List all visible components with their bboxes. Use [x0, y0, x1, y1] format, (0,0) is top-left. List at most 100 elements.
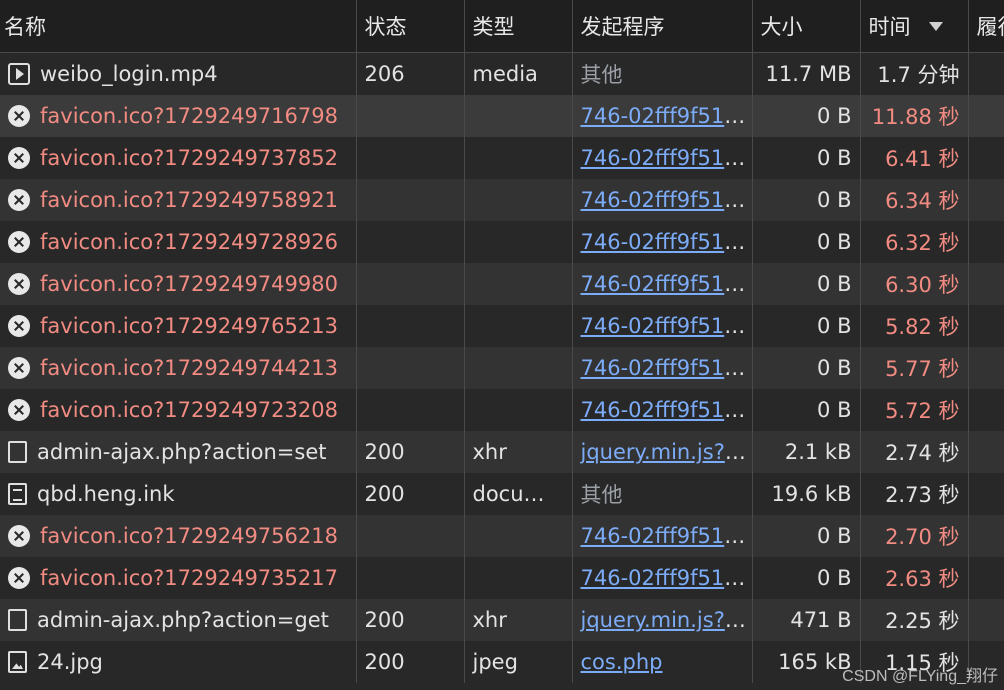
cell-name[interactable]: weibo_login.mp4 — [0, 52, 357, 95]
initiator-link[interactable]: 746-02fff9f517c0 — [581, 314, 752, 338]
cell-name[interactable]: favicon.ico?1729249749980 — [0, 263, 357, 305]
column-header-initiator[interactable]: 发起程序 — [572, 0, 753, 53]
document-icon — [8, 483, 27, 505]
cell-name[interactable]: favicon.ico?1729249765213 — [0, 305, 357, 347]
error-icon — [8, 231, 30, 253]
column-header-time[interactable]: 时间 — [860, 0, 969, 53]
cell-waterfall — [968, 473, 1004, 515]
cell-name[interactable]: admin-ajax.php?action=set — [0, 431, 357, 473]
cell-size: 0 B — [752, 137, 861, 179]
initiator-link[interactable]: 746-02fff9f517c0 — [581, 398, 752, 422]
cell-waterfall — [968, 263, 1004, 305]
cell-name[interactable]: favicon.ico?1729249756218 — [0, 515, 357, 557]
cell-initiator: 746-02fff9f517c0 — [572, 137, 753, 179]
cell-initiator: 746-02fff9f517c0 — [572, 179, 753, 221]
cell-size: 0 B — [752, 347, 861, 389]
cell-name[interactable]: favicon.ico?1729249723208 — [0, 389, 357, 431]
request-name: favicon.ico?1729249723208 — [40, 398, 338, 422]
table-row[interactable]: favicon.ico?1729249756218 746-02fff9f517c… — [0, 515, 1004, 557]
initiator-link[interactable]: 746-02fff9f517c0 — [581, 230, 752, 254]
table-row[interactable]: admin-ajax.php?action=get 200 xhr jquery.mi… — [0, 599, 1004, 641]
cell-type: xhr — [464, 431, 573, 473]
cell-name[interactable]: favicon.ico?1729249728926 — [0, 221, 357, 263]
table-row[interactable]: favicon.ico?1729249728926 746-02fff9f517c… — [0, 221, 1004, 263]
cell-name[interactable]: 24.jpg — [0, 641, 357, 683]
cell-status: 200 — [356, 473, 465, 515]
table-row[interactable]: favicon.ico?1729249723208 746-02fff9f517c… — [0, 389, 1004, 431]
cell-waterfall — [968, 305, 1004, 347]
cell-name[interactable]: favicon.ico?1729249737852 — [0, 137, 357, 179]
error-icon — [8, 189, 30, 211]
cell-size: 0 B — [752, 263, 861, 305]
cell-time: 6.32 秒 — [860, 221, 969, 263]
watermark: CSDN @FLYing_翔仔 — [842, 668, 998, 685]
column-header-name[interactable]: 名称 — [0, 0, 357, 53]
initiator-link[interactable]: 746-02fff9f517c0 — [581, 188, 752, 212]
cell-waterfall — [968, 431, 1004, 473]
cell-time: 2.25 秒 — [860, 599, 969, 641]
cell-size: 0 B — [752, 95, 861, 137]
column-header-waterfall[interactable]: 履行 — [968, 0, 1004, 53]
table-row[interactable]: favicon.ico?1729249765213 746-02fff9f517c… — [0, 305, 1004, 347]
cell-time: 5.77 秒 — [860, 347, 969, 389]
cell-time: 5.82 秒 — [860, 305, 969, 347]
cell-status: 206 — [356, 52, 465, 95]
cell-size: 11.7 MB — [752, 52, 861, 95]
initiator-link[interactable]: 746-02fff9f517c0 — [581, 272, 752, 296]
cell-size: 0 B — [752, 221, 861, 263]
initiator-link[interactable]: jquery.min.js?ver — [581, 608, 752, 632]
table-row[interactable]: weibo_login.mp4 206 media 其他 11.7 MB 1.7 分钟 — [0, 52, 1004, 95]
image-icon — [8, 651, 27, 673]
cell-status: 200 — [356, 599, 465, 641]
initiator-link[interactable]: 746-02fff9f517c0 — [581, 146, 752, 170]
cell-name[interactable]: qbd.heng.ink — [0, 473, 357, 515]
table-row[interactable]: favicon.ico?1729249737852 746-02fff9f517c… — [0, 137, 1004, 179]
sort-descending-icon[interactable] — [928, 22, 943, 31]
error-icon — [8, 357, 30, 379]
cell-time: 6.30 秒 — [860, 263, 969, 305]
cell-initiator: 其他 — [572, 52, 753, 95]
column-header-size[interactable]: 大小 — [752, 0, 861, 53]
cell-time: 11.88 秒 — [860, 95, 969, 137]
cell-type: docu… — [464, 473, 573, 515]
cell-name[interactable]: admin-ajax.php?action=get — [0, 599, 357, 641]
initiator-link[interactable]: 746-02fff9f517c0 — [581, 524, 752, 548]
cell-initiator: 746-02fff9f517c0 — [572, 263, 753, 305]
cell-name[interactable]: favicon.ico?1729249744213 — [0, 347, 357, 389]
table-row[interactable]: favicon.ico?1729249744213 746-02fff9f517c… — [0, 347, 1004, 389]
cell-status — [356, 347, 465, 389]
request-name: favicon.ico?1729249728926 — [40, 230, 338, 254]
table-row[interactable]: favicon.ico?1729249749980 746-02fff9f517c… — [0, 263, 1004, 305]
initiator-link[interactable]: cos.php — [581, 650, 663, 674]
table-row[interactable]: favicon.ico?1729249758921 746-02fff9f517c… — [0, 179, 1004, 221]
cell-initiator: 746-02fff9f517c0 — [572, 221, 753, 263]
column-header-type[interactable]: 类型 — [464, 0, 573, 53]
cell-name[interactable]: favicon.ico?1729249735217 — [0, 557, 357, 599]
column-header-status[interactable]: 状态 — [356, 0, 465, 53]
cell-time: 1.7 分钟 — [860, 52, 969, 95]
initiator-link[interactable]: 746-02fff9f517c0 — [581, 566, 752, 590]
request-name: admin-ajax.php?action=get — [37, 608, 329, 632]
request-name: favicon.ico?1729249765213 — [40, 314, 338, 338]
cell-initiator: 746-02fff9f517c0 — [572, 389, 753, 431]
cell-size: 2.1 kB — [752, 431, 861, 473]
cell-initiator: 746-02fff9f517c0 — [572, 557, 753, 599]
initiator-link[interactable]: 746-02fff9f517c0 — [581, 104, 752, 128]
table-row[interactable]: qbd.heng.ink 200 docu… 其他 19.6 kB 2.73 秒 — [0, 473, 1004, 515]
initiator-link[interactable]: 746-02fff9f517c0 — [581, 356, 752, 380]
cell-size: 471 B — [752, 599, 861, 641]
table-row[interactable]: admin-ajax.php?action=set 200 xhr jquery.mi… — [0, 431, 1004, 473]
media-icon — [8, 63, 30, 85]
cell-name[interactable]: favicon.ico?1729249716798 — [0, 95, 357, 137]
cell-size: 0 B — [752, 515, 861, 557]
initiator-link[interactable]: jquery.min.js?ver — [581, 440, 752, 464]
request-name: admin-ajax.php?action=set — [37, 440, 327, 464]
table-row[interactable]: favicon.ico?1729249716798 746-02fff9f517c… — [0, 95, 1004, 137]
cell-waterfall — [968, 599, 1004, 641]
cell-name[interactable]: favicon.ico?1729249758921 — [0, 179, 357, 221]
table-row[interactable]: favicon.ico?1729249735217 746-02fff9f517c… — [0, 557, 1004, 599]
request-name: favicon.ico?1729249756218 — [40, 524, 338, 548]
cell-status: 200 — [356, 431, 465, 473]
cell-time: 2.74 秒 — [860, 431, 969, 473]
cell-time: 5.72 秒 — [860, 389, 969, 431]
